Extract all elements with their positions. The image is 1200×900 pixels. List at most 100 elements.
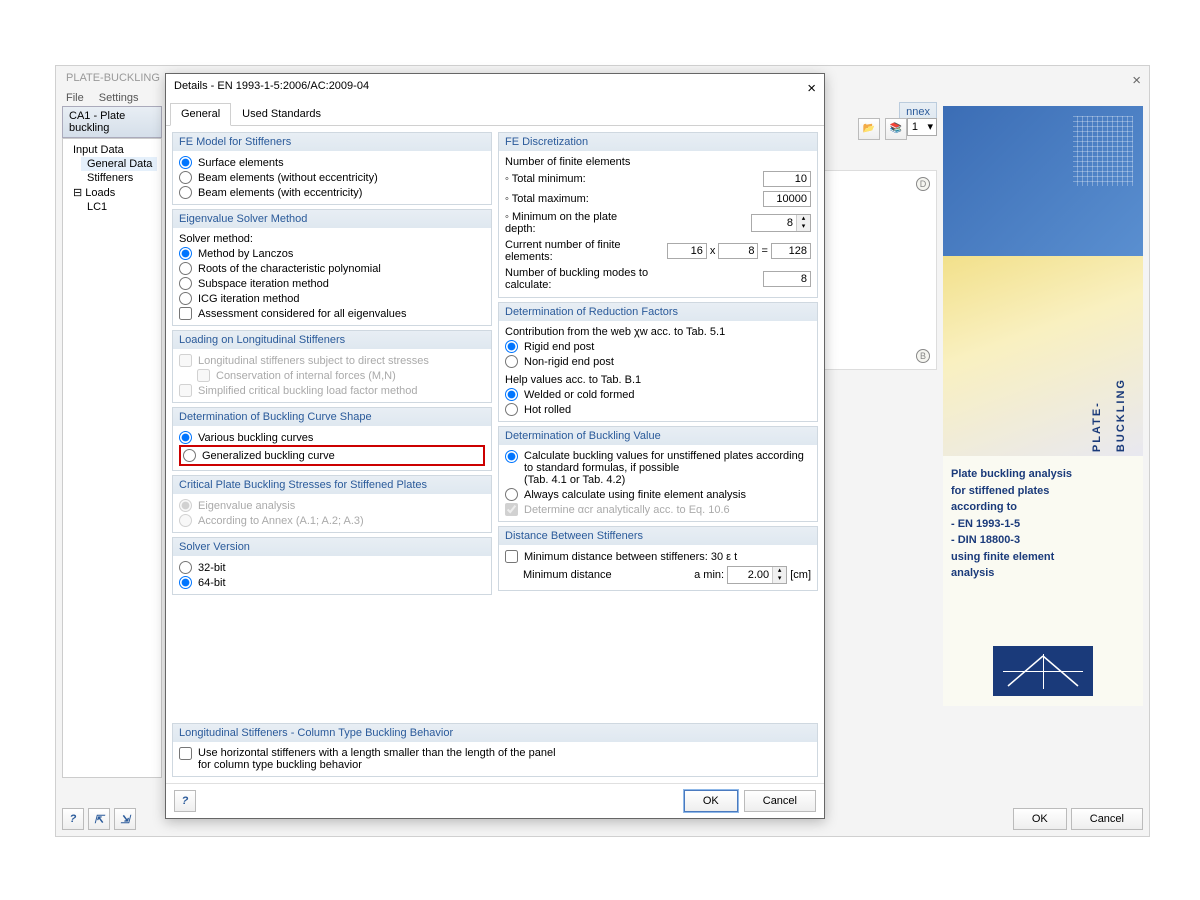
group-column-behavior: Longitudinal Stiffeners - Column Type Bu… xyxy=(173,724,817,742)
label: Method by Lanczos xyxy=(198,248,293,260)
radio-64bit[interactable] xyxy=(179,576,192,589)
group-buckling-value: Determination of Buckling Value xyxy=(499,427,817,445)
annex-dropdown[interactable]: 1 xyxy=(907,118,937,136)
tab-used-standards[interactable]: Used Standards xyxy=(231,103,332,125)
check-direct-stresses xyxy=(179,354,192,367)
radio-rigid-end[interactable] xyxy=(505,340,518,353)
nfe-label: Number of finite elements xyxy=(505,155,811,169)
group-distance: Distance Between Stiffeners xyxy=(499,527,817,545)
check-conservation xyxy=(197,369,210,382)
label: Number of buckling modes to calculate: xyxy=(505,267,655,291)
menu-file[interactable]: File xyxy=(66,92,84,104)
label: Always calculate using finite element an… xyxy=(524,489,746,501)
close-icon[interactable]: × xyxy=(1132,72,1141,89)
close-icon[interactable]: × xyxy=(807,80,816,97)
label: Longitudinal stiffeners subject to direc… xyxy=(198,355,429,367)
check-min-distance[interactable] xyxy=(505,550,518,563)
spinner-min-plate[interactable]: ▴▾ xyxy=(751,214,811,232)
menu-settings[interactable]: Settings xyxy=(99,92,139,104)
unit-label: [cm] xyxy=(790,569,811,581)
help-icon[interactable]: ? xyxy=(62,808,84,830)
check-simplified xyxy=(179,384,192,397)
label: Eigenvalue analysis xyxy=(198,500,295,512)
input-curr-y[interactable] xyxy=(718,243,758,259)
label: Welded or cold formed xyxy=(524,389,634,401)
check-horizontal-stiffeners[interactable] xyxy=(179,747,192,760)
tree-lc1[interactable]: LC1 xyxy=(81,200,157,214)
radio-various-curves[interactable] xyxy=(179,431,192,444)
radio-welded[interactable] xyxy=(505,388,518,401)
label: Various buckling curves xyxy=(198,432,313,444)
ok-button[interactable]: OK xyxy=(684,790,738,812)
nav-tree: Input Data General Data Stiffeners ⊟ Loa… xyxy=(62,138,162,778)
diagram-label-b: B xyxy=(916,349,930,363)
cancel-button[interactable]: Cancel xyxy=(744,790,816,812)
label: Surface elements xyxy=(198,157,284,169)
load-icon[interactable]: 📂 xyxy=(858,118,880,140)
check-determine-acr xyxy=(505,503,518,516)
help-icon[interactable]: ? xyxy=(174,790,196,812)
label: Beam elements (with eccentricity) xyxy=(198,187,362,199)
contrib-label: Contribution from the web χw acc. to Tab… xyxy=(505,325,811,339)
group-curve-shape: Determination of Buckling Curve Shape xyxy=(173,408,491,426)
library-icon[interactable]: 📚 xyxy=(885,118,907,140)
panel-title: CA1 - Plate buckling xyxy=(62,106,162,138)
tree-input-data[interactable]: Input Data xyxy=(67,143,157,157)
spinner-min-distance[interactable]: ▴▾ xyxy=(727,566,787,584)
cancel-button[interactable]: Cancel xyxy=(1071,808,1143,830)
input-curr-x[interactable] xyxy=(667,243,707,259)
ok-button[interactable]: OK xyxy=(1013,808,1067,830)
export-icon[interactable]: ⇲ xyxy=(114,808,136,830)
label: Use horizontal stiffeners with a length … xyxy=(198,747,556,771)
radio-surface-elements[interactable] xyxy=(179,156,192,169)
label: Total maximum: xyxy=(512,193,589,205)
group-loading: Loading on Longitudinal Stiffeners xyxy=(173,331,491,349)
label: Calculate buckling values for unstiffene… xyxy=(524,450,811,486)
radio-beam-without[interactable] xyxy=(179,171,192,184)
dialog-title: Details - EN 1993-1-5:2006/AC:2009-04 xyxy=(174,80,369,97)
group-reduction-factors: Determination of Reduction Factors xyxy=(499,303,817,321)
input-total-min[interactable] xyxy=(763,171,811,187)
check-assessment[interactable] xyxy=(179,307,192,320)
radio-always-fea[interactable] xyxy=(505,488,518,501)
radio-beam-with[interactable] xyxy=(179,186,192,199)
radio-icg[interactable] xyxy=(179,292,192,305)
radio-subspace[interactable] xyxy=(179,277,192,290)
tab-general[interactable]: General xyxy=(170,103,231,126)
label: According to Annex (A.1; A.2; A.3) xyxy=(198,515,364,527)
radio-32bit[interactable] xyxy=(179,561,192,574)
radio-lanczos[interactable] xyxy=(179,247,192,260)
label: Minimum on the plate depth: xyxy=(505,211,617,235)
label: Hot rolled xyxy=(524,404,571,416)
label: Minimum distance between stiffeners: 30 … xyxy=(524,551,737,563)
group-fe-discretization: FE Discretization xyxy=(499,133,817,151)
radio-generalized-curve[interactable] xyxy=(183,449,196,462)
label: Minimum distance xyxy=(523,569,612,581)
radio-calc-unstiffened[interactable] xyxy=(505,450,518,463)
group-eigenvalue: Eigenvalue Solver Method xyxy=(173,210,491,228)
radio-nonrigid-end[interactable] xyxy=(505,355,518,368)
import-icon[interactable]: ⇱ xyxy=(88,808,110,830)
label: Assessment considered for all eigenvalue… xyxy=(198,308,407,320)
label: ICG iteration method xyxy=(198,293,300,305)
help-values-label: Help values acc. to Tab. B.1 xyxy=(505,373,811,387)
radio-eigenvalue-analysis xyxy=(179,499,192,512)
tree-loads[interactable]: ⊟ Loads xyxy=(67,185,157,200)
radio-annex xyxy=(179,514,192,527)
label: Generalized buckling curve xyxy=(202,450,335,462)
radio-roots[interactable] xyxy=(179,262,192,275)
radio-hot-rolled[interactable] xyxy=(505,403,518,416)
tree-general-data[interactable]: General Data xyxy=(81,157,157,171)
input-modes[interactable] xyxy=(763,271,811,287)
input-curr-total xyxy=(771,243,811,259)
diagram-label-d: D xyxy=(916,177,930,191)
tree-stiffeners[interactable]: Stiffeners xyxy=(81,171,157,185)
label: Conservation of internal forces (M,N) xyxy=(216,370,396,382)
label: Roots of the characteristic polynomial xyxy=(198,263,381,275)
label: Determine αcr analytically acc. to Eq. 1… xyxy=(524,504,730,516)
input-total-max[interactable] xyxy=(763,191,811,207)
brand-panel: PLATE-BUCKLING Plate buckling analysis f… xyxy=(943,106,1143,786)
solver-method-label: Solver method: xyxy=(179,232,485,246)
label: Rigid end post xyxy=(524,341,594,353)
group-fe-model: FE Model for Stiffeners xyxy=(173,133,491,151)
